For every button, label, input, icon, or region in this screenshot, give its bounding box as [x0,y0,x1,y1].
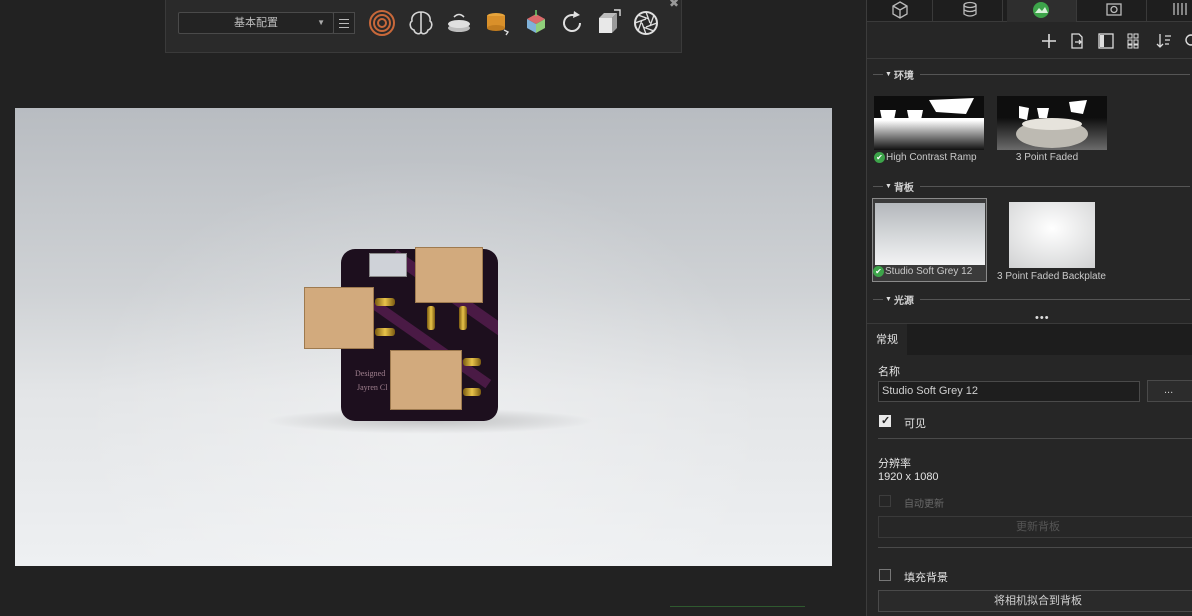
status-indicator-line [670,606,805,607]
cylinder-swap-icon[interactable] [482,8,512,38]
config-select-value: 基本配置 [234,17,278,29]
properties-tabbar: 常规 [867,323,1192,356]
target-rings-icon[interactable] [367,8,397,38]
left-connector [304,287,374,349]
box-move-icon[interactable] [594,8,624,38]
fill-background-checkbox[interactable] [879,569,891,581]
search-icon[interactable] [1183,32,1192,50]
visible-checkbox[interactable] [879,414,891,427]
board-text-1: Designed [355,369,386,378]
backplate-thumbnail [1009,202,1095,268]
top-connector [415,247,483,303]
aperture-icon[interactable] [631,8,661,38]
visible-label: 可见 [904,418,926,430]
fit-camera-button[interactable]: 将相机拟合到背板 [878,590,1192,612]
active-check-icon: ✔ [874,152,885,163]
panel-toolbar [867,23,1192,59]
gold-pin [463,388,481,396]
board-text-2: Jayren Cl [357,383,388,392]
fill-background-label: 填充背景 [904,572,948,584]
name-field[interactable]: Studio Soft Grey 12 [878,381,1140,402]
section-backplate-label: 背板 [893,183,914,194]
env-thumbnail [997,96,1107,150]
triangle-down-icon: ▼ [885,71,892,78]
bottom-connector [390,350,462,410]
section-lights[interactable]: ▼ 光源 [873,292,1190,307]
divider [878,547,1192,548]
grid-icon[interactable] [1126,32,1144,50]
render-viewport[interactable]: Designed Jayren Cl [15,108,832,566]
section-environment-label: 环境 [893,71,914,82]
divider [878,438,1192,439]
cube-tab-icon[interactable] [867,0,933,22]
config-menu-button[interactable] [333,12,355,34]
sort-icon[interactable] [1155,32,1173,50]
turntable-icon[interactable] [444,8,474,38]
pcb-chip [369,253,407,277]
env-thumbnail [874,96,984,150]
layout-icon[interactable] [1097,32,1115,50]
gold-pin [459,306,467,330]
gold-pin [375,298,395,306]
render-toolbar: 基本配置 ▼ ✖ [165,0,682,53]
env-item-label: 3 Point Faded [1015,152,1079,163]
refresh-icon[interactable] [557,8,587,38]
pin-icon[interactable]: ✖ [669,0,679,10]
brain-icon[interactable] [406,8,436,38]
gold-pin [463,358,481,366]
backplate-item-label: Studio Soft Grey 12 [885,266,973,278]
update-backplate-button[interactable]: 更新背板 [878,516,1192,538]
library-panel: ▼ 环境 ✔ High Contrast Ramp 3 Point Faded … [866,0,1192,616]
add-icon[interactable] [1040,32,1058,50]
chevron-down-icon: ▼ [317,18,325,27]
gold-pin [375,328,395,336]
columns-tab-icon[interactable] [1151,0,1192,22]
backplate-item-studio-soft-grey[interactable]: ✔ Studio Soft Grey 12 [872,198,987,282]
gold-pin [427,306,435,330]
environment-tab-icon[interactable] [1007,0,1077,22]
name-label: 名称 [878,366,900,378]
auto-update-label: 自动更新 [904,499,944,510]
section-backplate[interactable]: ▼ 背板 [873,179,1190,194]
backplate-thumbnail [875,203,985,265]
active-check-icon: ✔ [873,266,884,277]
browse-button[interactable]: ... [1147,380,1192,402]
resolution-value: 1920 x 1080 [878,471,939,483]
triangle-down-icon: ▼ [885,296,892,303]
config-select[interactable]: 基本配置 ▼ [178,12,334,34]
tab-general[interactable]: 常规 [867,324,907,356]
auto-update-checkbox[interactable] [879,495,891,507]
env-item-label: High Contrast Ramp [886,152,977,164]
resolution-label: 分辨率 [878,458,911,470]
backplate-item-label: 3 Point Faded Backplate [997,271,1106,282]
section-environment[interactable]: ▼ 环境 [873,67,1190,82]
app-window: 基本配置 ▼ ✖ Designed Jayren Cl ▼ 环境 ✔ High … [0,0,1192,616]
database-tab-icon[interactable] [937,0,1003,22]
triangle-down-icon: ▼ [885,183,892,190]
import-icon[interactable] [1068,32,1086,50]
panel-tabbar [867,0,1192,22]
cube-axes-icon[interactable] [521,8,551,38]
camera-tab-icon[interactable] [1081,0,1147,22]
section-lights-label: 光源 [893,296,914,307]
